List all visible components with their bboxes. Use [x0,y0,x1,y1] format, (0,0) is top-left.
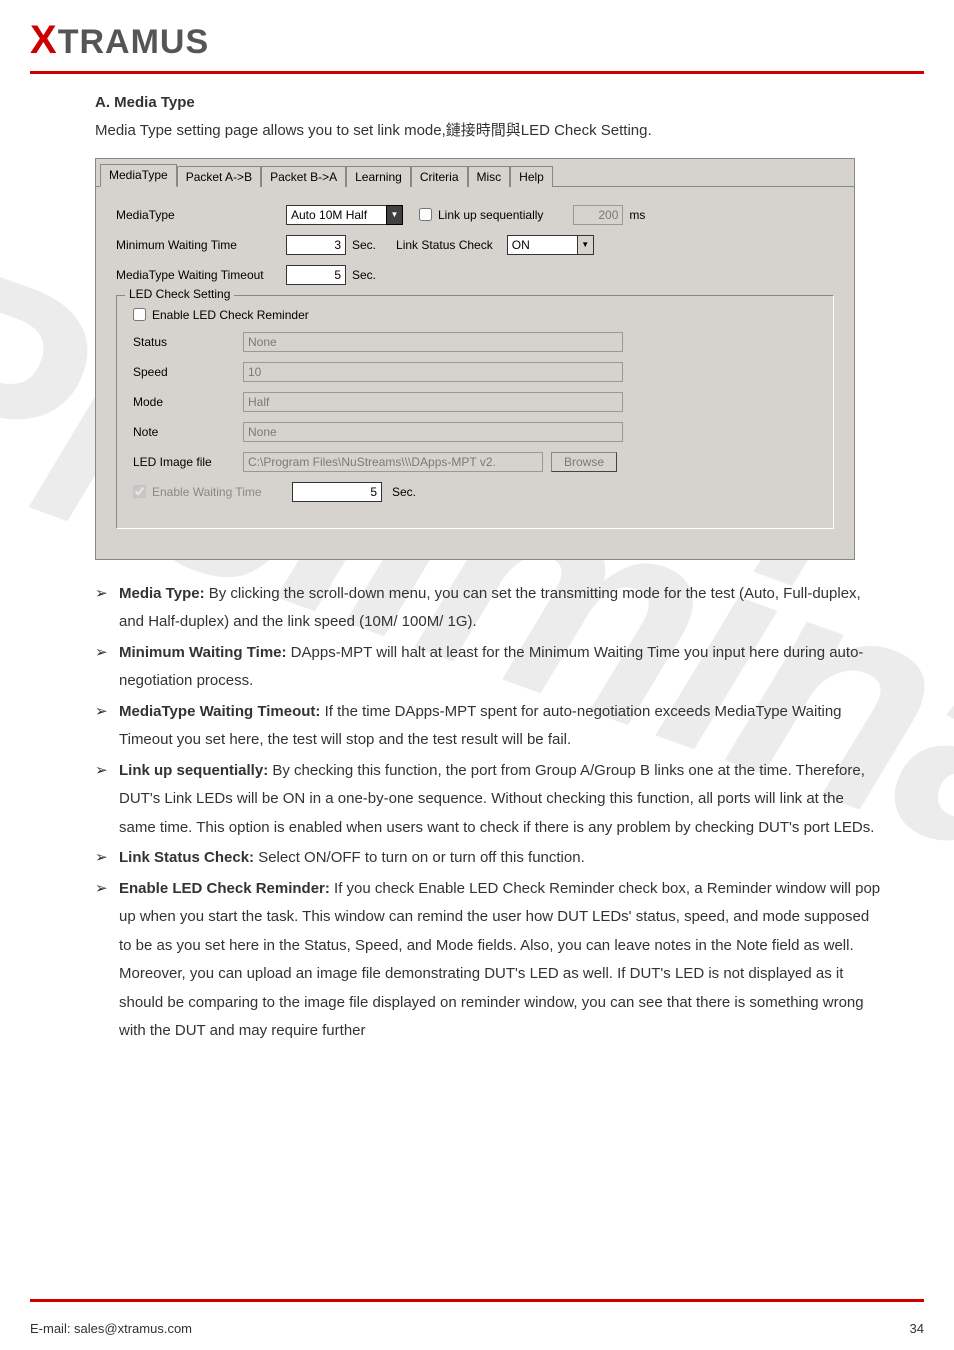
logo-x: X [30,18,58,62]
mediatype-panel: MediaType Packet A->B Packet B->A Learni… [95,158,855,560]
status-label: Status [133,335,243,349]
browse-button[interactable]: Browse [551,452,617,472]
note-input[interactable] [243,422,623,442]
speed-label: Speed [133,365,243,379]
t0: By clicking the scroll-down menu, you ca… [119,585,861,631]
tab-help[interactable]: Help [510,166,553,187]
mediatype-combo[interactable] [286,205,386,225]
section-title: A. Media Type [95,94,884,111]
bullet-icon: ➢ [95,580,119,609]
bullet-icon: ➢ [95,639,119,668]
led-image-input[interactable] [243,452,543,472]
led-check-legend: LED Check Setting [125,287,234,301]
mode-input[interactable] [243,392,623,412]
page-number: 34 [910,1321,924,1336]
t5: If you check Enable LED Check Reminder c… [119,880,880,1040]
timeout-input[interactable] [286,265,346,285]
tab-criteria[interactable]: Criteria [411,166,468,187]
enable-led-checkbox[interactable] [133,308,146,321]
footer-rule [30,1299,924,1302]
bullet-list: ➢Media Type: By clicking the scroll-down… [95,580,884,1046]
chevron-down-icon[interactable]: ▼ [386,205,403,225]
note-label: Note [133,425,243,439]
tab-packet-ab[interactable]: Packet A->B [177,166,261,187]
linkup-ms-input[interactable] [573,205,623,225]
timeout-sec: Sec. [352,268,376,282]
tab-packet-ba[interactable]: Packet B->A [261,166,346,187]
mediatype-label: MediaType [116,208,286,222]
timeout-label: MediaType Waiting Timeout [116,268,286,282]
speed-input[interactable] [243,362,623,382]
b0: Media Type: [119,585,205,602]
led-check-fieldset: LED Check Setting Enable LED Check Remin… [116,295,834,529]
enable-wait-checkbox[interactable] [133,485,146,498]
linkup-seq-label: Link up sequentially [438,208,543,222]
bullet-icon: ➢ [95,698,119,727]
enable-wait-label: Enable Waiting Time [152,485,292,499]
tab-misc[interactable]: Misc [468,166,511,187]
logo-rest: TRAMUS [58,23,209,61]
bullet-icon: ➢ [95,757,119,786]
link-status-check-label: Link Status Check [396,238,493,252]
tab-learning[interactable]: Learning [346,166,411,187]
ms-label: ms [629,208,645,222]
bullet-icon: ➢ [95,875,119,904]
tabstrip: MediaType Packet A->B Packet B->A Learni… [96,159,854,186]
b4: Link Status Check: [119,849,254,866]
b1: Minimum Waiting Time: [119,644,287,661]
b5: Enable LED Check Reminder: [119,880,330,897]
footer-email: E-mail: sales@xtramus.com [30,1321,192,1336]
tab-mediatype[interactable]: MediaType [100,164,177,187]
enable-wait-sec: Sec. [392,485,416,499]
b2: MediaType Waiting Timeout: [119,703,320,720]
min-wait-label: Minimum Waiting Time [116,238,286,252]
linkup-seq-checkbox[interactable] [419,208,432,221]
status-input[interactable] [243,332,623,352]
t4: Select ON/OFF to turn on or turn off thi… [254,849,585,866]
min-wait-sec: Sec. [352,238,376,252]
header-rule [30,71,924,74]
min-wait-input[interactable] [286,235,346,255]
bullet-icon: ➢ [95,844,119,873]
link-status-combo[interactable] [507,235,577,255]
enable-led-label: Enable LED Check Reminder [152,308,309,322]
chevron-down-icon[interactable]: ▼ [577,235,594,255]
mode-label: Mode [133,395,243,409]
enable-wait-input[interactable] [292,482,382,502]
section-intro: Media Type setting page allows you to se… [95,117,884,146]
led-image-label: LED Image file [133,455,243,469]
b3: Link up sequentially: [119,762,268,779]
